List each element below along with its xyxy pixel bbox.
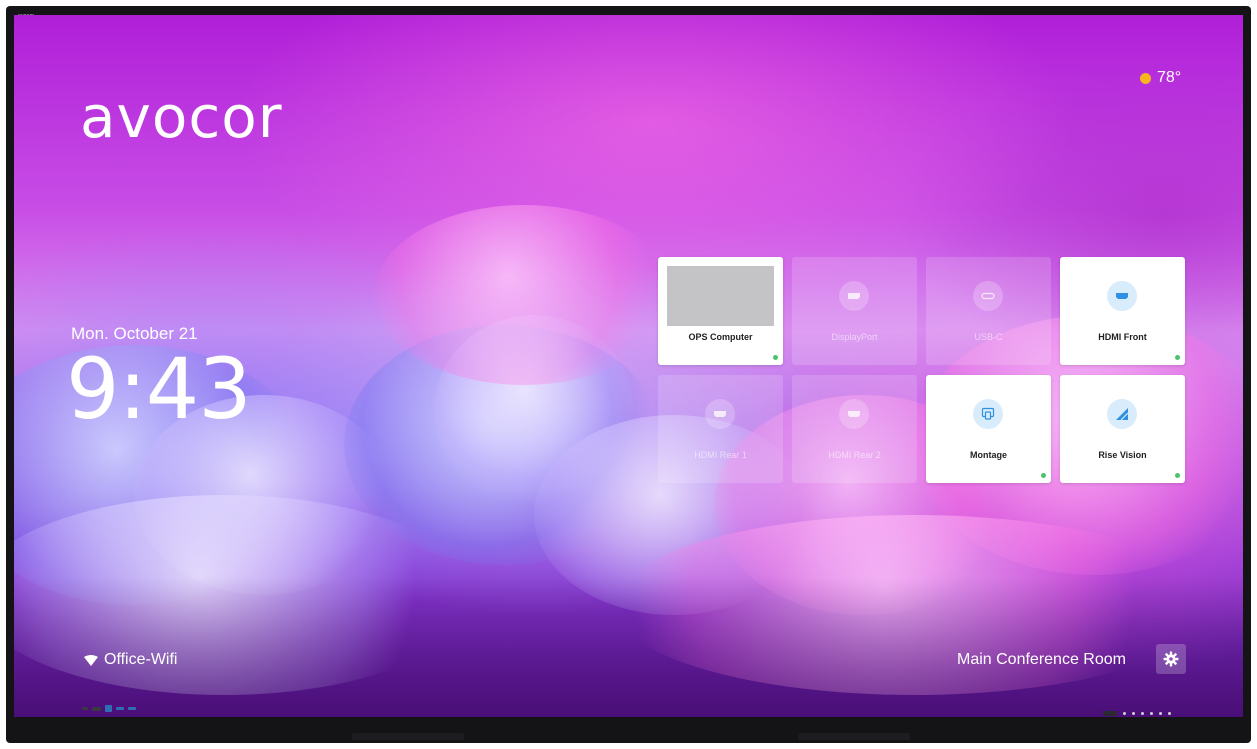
hdmi-icon	[705, 399, 735, 429]
connected-status-dot	[1175, 473, 1180, 478]
wifi-network-name: Office-Wifi	[104, 651, 178, 668]
wifi-status[interactable]: Office-Wifi	[84, 651, 177, 669]
source-tile-label: HDMI Front	[1098, 332, 1147, 342]
connected-status-dot	[1175, 355, 1180, 360]
source-tile-montage[interactable]: Montage	[926, 375, 1051, 483]
source-tile-label: Rise Vision	[1098, 450, 1147, 460]
source-tile-label: HDMI Rear 1	[694, 450, 747, 460]
rise-vision-icon	[1107, 399, 1137, 429]
source-tile-hdmi-rear-2[interactable]: HDMI Rear 2	[792, 375, 917, 483]
displayport-icon	[839, 281, 869, 311]
source-tile-usb-c[interactable]: USB-C	[926, 257, 1051, 365]
connected-status-dot	[773, 355, 778, 360]
current-time: 9:43	[66, 340, 252, 438]
ops-preview-thumbnail	[667, 266, 774, 326]
gear-icon	[1163, 651, 1179, 667]
source-tile-displayport[interactable]: DisplayPort	[792, 257, 917, 365]
avocor-logo: avocor	[80, 83, 283, 151]
front-buttons	[1103, 711, 1171, 716]
source-tile-label: OPS Computer	[688, 332, 753, 342]
connected-status-dot	[1041, 473, 1046, 478]
source-tile-hdmi-rear-1[interactable]: HDMI Rear 1	[658, 375, 783, 483]
weather-widget: 78°	[1140, 69, 1181, 87]
source-tile-label: HDMI Rear 2	[828, 450, 881, 460]
weather-temperature: 78°	[1157, 69, 1182, 86]
hdmi-icon	[1107, 281, 1137, 311]
source-tile-label: USB-C	[974, 332, 1003, 342]
source-tile-hdmi-front[interactable]: HDMI Front	[1060, 257, 1185, 365]
home-screen: avocor 78° Mon. October 21 9:43 OPS Comp…	[14, 15, 1243, 717]
montage-icon	[973, 399, 1003, 429]
speaker-grille-right	[798, 733, 910, 740]
front-ports	[82, 705, 136, 712]
usb-c-icon	[973, 281, 1003, 311]
source-tile-label: Montage	[970, 450, 1007, 460]
room-name: Main Conference Room	[957, 651, 1126, 668]
speaker-grille-left	[352, 733, 464, 740]
sun-icon	[1140, 72, 1151, 84]
hdmi-icon	[839, 399, 869, 429]
source-tile-rise-vision[interactable]: Rise Vision	[1060, 375, 1185, 483]
settings-button[interactable]	[1156, 644, 1186, 674]
source-tile-ops-computer[interactable]: OPS Computer	[658, 257, 783, 365]
wifi-icon	[84, 654, 98, 666]
source-tile-label: DisplayPort	[831, 332, 878, 342]
